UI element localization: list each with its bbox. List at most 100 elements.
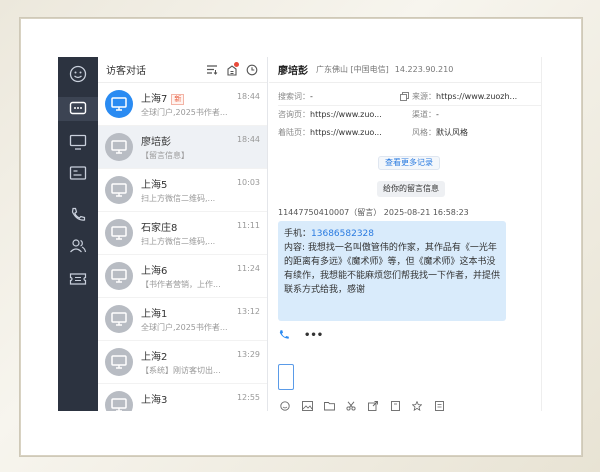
conversation-name: 上海3 [141, 395, 168, 406]
landing-page-value[interactable]: https://www.zuo... [310, 128, 382, 137]
visitor-ip: 14.223.90.210 [394, 65, 454, 74]
smiley-logo-icon[interactable] [69, 65, 87, 83]
folder-icon[interactable] [322, 400, 336, 411]
notice-icon[interactable] [225, 61, 239, 77]
conversation-name: 上海2 [141, 352, 168, 363]
scissors-icon[interactable] [344, 400, 358, 411]
monitor-icon[interactable] [69, 133, 87, 151]
conversation-items: 上海7 新 18:44 全球门户,2025书作者... 廖培彭 18:44 【留言信息】 上海… [98, 83, 267, 411]
landing-page-label: 着陆页： [278, 127, 310, 137]
channel-value: - [436, 109, 439, 119]
visitor-location: 广东佛山 [中国电信] [316, 65, 389, 74]
users-icon[interactable] [69, 237, 87, 255]
visitor-name: 廖培彭 [278, 66, 308, 77]
search-term-label: 搜索词： [278, 91, 310, 101]
visitor-info: 搜索词： - 来源： https://www.zuozh... 咨询页： htt… [278, 87, 542, 141]
phone-line: 手机：13686582328 [284, 227, 500, 241]
new-badge: 新 [171, 94, 185, 105]
star-icon[interactable] [410, 400, 424, 411]
conversation-time: 12:55 [236, 393, 260, 402]
conversation-snippet: 扫上方微信二维码,... [141, 194, 216, 203]
notice-dot [234, 61, 239, 67]
card-icon[interactable] [69, 164, 87, 182]
more-options-button[interactable]: ••• [304, 330, 323, 341]
image-icon[interactable] [300, 400, 314, 411]
copy-icon[interactable] [400, 91, 409, 101]
conversation-snippet: 【留言信息】 [141, 151, 189, 160]
conversation-snippet: 全球门户,2025书作者... [141, 323, 228, 332]
call-icon[interactable] [278, 329, 290, 341]
channel-cell: 渠道： - [412, 109, 439, 120]
visitor-avatar-icon [105, 348, 133, 376]
leave-message-tag: 给你的留言信息 [377, 181, 445, 197]
conversation-item[interactable]: 石家庄8 11:11 扫上方微信二维码,... [98, 212, 267, 255]
visitor-avatar-icon [105, 219, 133, 247]
visitor-avatar-icon [105, 133, 133, 161]
visitor-avatar-icon [105, 90, 133, 118]
visitor-avatar-icon [105, 262, 133, 290]
style-cell: 风格： 默认风格 [412, 127, 468, 138]
note-icon[interactable] [432, 400, 446, 411]
conversation-time: 18:44 [236, 92, 260, 101]
view-more-records-button[interactable]: 查看更多记录 [378, 156, 440, 170]
ticket-icon[interactable] [69, 270, 87, 288]
document-icon[interactable] [388, 400, 402, 411]
list-title: 访客对话 [106, 66, 146, 77]
right-edge [541, 57, 542, 411]
conversation-snippet: 【书作者营销，上作... [141, 280, 221, 289]
conversation-item[interactable]: 上海2 13:29 【系统】刚访客切出... [98, 341, 267, 384]
share-icon[interactable] [366, 400, 380, 411]
visitor-avatar-icon [105, 176, 133, 204]
message-bubble: 手机：13686582328 内容: 我想找一名叫傲管伟的作家，其作品有《一光年… [278, 221, 506, 321]
style-label: 风格： [412, 127, 436, 137]
visitor-avatar-icon [105, 305, 133, 333]
message-meta: 11447750410007（留言） 2025-08-21 16:58:23 [278, 208, 469, 217]
detail-header: 廖培彭 广东佛山 [中国电信] 14.223.90.210 [269, 57, 542, 83]
source-cell: 来源： https://www.zuozh... [400, 91, 517, 102]
info-row-landing: 着陆页： https://www.zuo... 风格： 默认风格 [278, 123, 542, 141]
source-value[interactable]: https://www.zuozh... [436, 92, 517, 101]
filter-icon[interactable] [205, 63, 219, 77]
info-row-search: 搜索词： - 来源： https://www.zuozh... [278, 87, 542, 105]
chat-icon[interactable] [58, 97, 98, 121]
conversation-item[interactable]: 廖培彭 18:44 【留言信息】 [98, 126, 267, 169]
conversation-name: 上海5 [141, 180, 168, 191]
message-actions: ••• [278, 329, 323, 341]
phone-label: 手机： [284, 229, 312, 239]
info-row-consult: 咨询页： https://www.zuo... 渠道： - [278, 105, 542, 123]
conversation-name: 上海1 [141, 309, 168, 320]
conversation-snippet: 全球门户,2025书作者... [141, 108, 228, 117]
conversation-snippet: 【系统】刚访客切出... [141, 366, 221, 375]
conversation-list-panel: 访客对话 上海7 新 18:44 全球门户,2025书作者... 廖培彭 18:44 【留言… [98, 57, 308, 411]
editor-toolbar [278, 400, 454, 411]
chat-detail-panel: 廖培彭 广东佛山 [中国电信] 14.223.90.210 搜索词： - 来源：… [269, 57, 542, 411]
consult-page-label: 咨询页： [278, 109, 310, 119]
conversation-item[interactable]: 上海7 新 18:44 全球门户,2025书作者... [98, 83, 267, 126]
message-content: 内容: 我想找一名叫傲管伟的作家，其作品有《一光年的距离有多远》《魔术师》等，但… [284, 243, 501, 295]
conversation-time: 13:12 [236, 307, 260, 316]
list-header: 访客对话 [98, 57, 267, 83]
nav-rail [58, 57, 98, 411]
search-term-value: - [310, 91, 313, 101]
conversation-item[interactable]: 上海3 12:55 [98, 384, 267, 411]
conversation-item[interactable]: 上海1 13:12 全球门户,2025书作者... [98, 298, 267, 341]
emoji-icon[interactable] [278, 400, 292, 411]
phone-icon[interactable] [69, 206, 87, 224]
conversation-time: 18:44 [236, 135, 260, 144]
conversation-snippet: 扫上方微信二维码,... [141, 237, 216, 246]
history-clock-icon[interactable] [245, 63, 259, 77]
source-label: 来源： [412, 91, 436, 101]
consult-page-value[interactable]: https://www.zuo... [310, 110, 382, 119]
visitor-avatar-icon [105, 391, 133, 411]
conversation-name: 上海7 新 [141, 90, 185, 105]
conversation-time: 11:11 [236, 221, 260, 230]
channel-label: 渠道： [412, 109, 436, 119]
conversation-item[interactable]: 上海5 10:03 扫上方微信二维码,... [98, 169, 267, 212]
reply-input[interactable] [278, 364, 294, 390]
conversation-name: 上海6 [141, 266, 168, 277]
conversation-time: 11:24 [236, 264, 260, 273]
conversation-time: 13:29 [236, 350, 260, 359]
phone-number-link[interactable]: 13686582328 [311, 229, 374, 239]
style-value: 默认风格 [436, 127, 468, 137]
conversation-item[interactable]: 上海6 11:24 【书作者营销，上作... [98, 255, 267, 298]
